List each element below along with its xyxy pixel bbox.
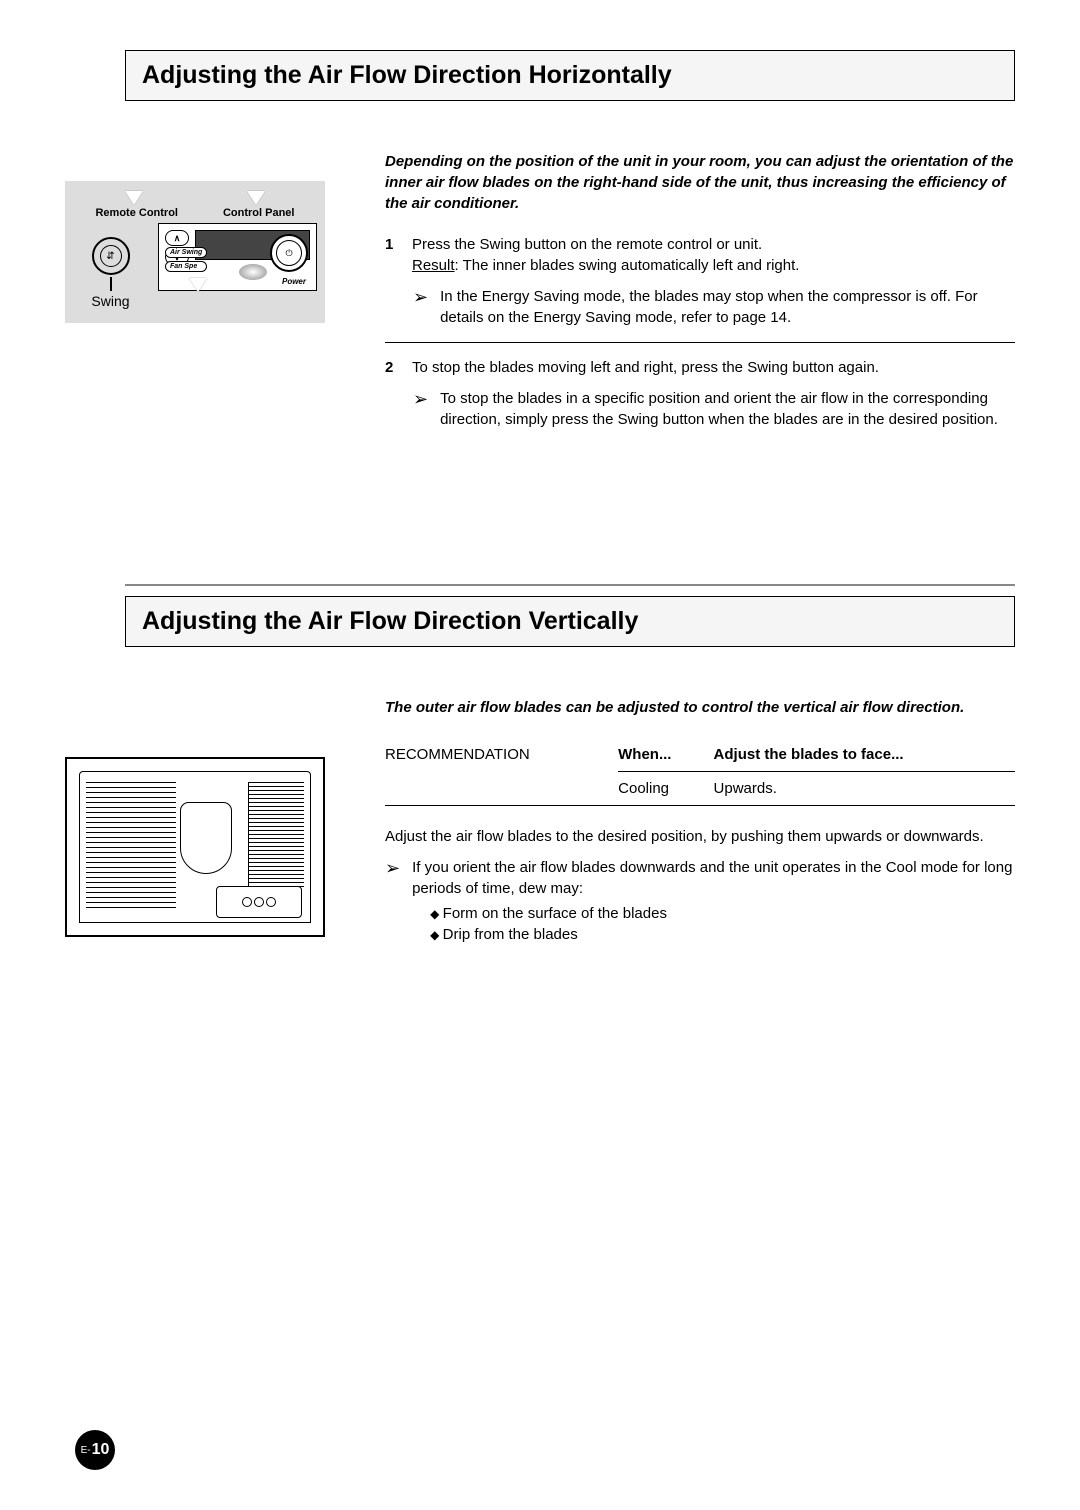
step-number: 2 xyxy=(385,357,400,378)
manual-page: Adjusting the Air Flow Direction Horizon… xyxy=(0,0,1080,1510)
note-arrow-icon: ➢ xyxy=(385,859,400,877)
section1-title: Adjusting the Air Flow Direction Horizon… xyxy=(142,61,998,90)
pointer-icon xyxy=(125,191,143,205)
section1-intro: Depending on the position of the unit in… xyxy=(385,151,1015,214)
table-header-adjust: Adjust the blades to face... xyxy=(714,738,1015,772)
section2-note: ➢ If you orient the air flow blades down… xyxy=(385,857,1015,945)
section1-content: Remote Control Control Panel ⇵ Swing ∧ xyxy=(65,151,1015,444)
bullet-list: Form on the surface of the blades Drip f… xyxy=(430,903,1015,945)
table-header-when: When... xyxy=(618,738,713,772)
page-number: 10 xyxy=(92,1441,110,1459)
remote-control-diagram: ⇵ Swing xyxy=(73,223,148,309)
note-text: To stop the blades in a specific positio… xyxy=(440,388,1015,430)
swing-button-icon: ⇵ xyxy=(92,237,130,275)
section2-intro: The outer air flow blades can be adjuste… xyxy=(385,697,1015,718)
recommendation-table: RECOMMENDATION When... Adjust the blades… xyxy=(385,738,1015,806)
table-cell-when: Cooling xyxy=(618,772,713,806)
step-2-note: ➢ To stop the blades in a specific posit… xyxy=(413,388,1015,430)
step-1-note: ➢ In the Energy Saving mode, the blades … xyxy=(413,286,1015,328)
section-divider xyxy=(125,584,1015,586)
pointer-icon xyxy=(189,278,207,292)
note-text: In the Energy Saving mode, the blades ma… xyxy=(440,286,1015,328)
section2-illustration-column xyxy=(65,697,355,959)
swing-button-label: Swing xyxy=(73,293,148,309)
section2-content: The outer air flow blades can be adjuste… xyxy=(65,697,1015,959)
section1-illustration-column: Remote Control Control Panel ⇵ Swing ∧ xyxy=(65,151,355,444)
power-label: Power xyxy=(282,277,306,286)
section1-title-box: Adjusting the Air Flow Direction Horizon… xyxy=(125,50,1015,101)
note-arrow-icon: ➢ xyxy=(413,288,428,306)
step-1: 1 Press the Swing button on the remote c… xyxy=(385,234,1015,276)
power-button-icon: ⏻ xyxy=(270,234,308,272)
hand-adjusting-icon xyxy=(180,802,232,874)
section2-text: The outer air flow blades can be adjuste… xyxy=(385,697,1015,959)
table-cell-adjust: Upwards. xyxy=(714,772,1015,806)
note-text: If you orient the air flow blades downwa… xyxy=(412,859,1012,897)
result-text: : The inner blades swing automatically l… xyxy=(455,257,800,274)
ac-unit-illustration xyxy=(65,757,325,937)
ac-grille-icon xyxy=(86,782,176,912)
pointer-icon xyxy=(247,191,265,205)
remote-panel-illustration: Remote Control Control Panel ⇵ Swing ∧ xyxy=(65,181,325,323)
step-result: Result: The inner blades swing automatic… xyxy=(412,255,1015,276)
temp-up-icon: ∧ xyxy=(165,230,189,246)
page-prefix: E- xyxy=(81,1445,91,1456)
section2-title: Adjusting the Air Flow Direction Vertica… xyxy=(142,607,998,636)
ac-panel-icon xyxy=(216,886,302,918)
air-swing-button: Air Swing xyxy=(165,247,207,258)
remote-control-label: Remote Control xyxy=(95,207,178,219)
control-panel-diagram: ∧ ∨ Air Swing Fan Spe ⏻ xyxy=(158,223,317,291)
page-number-badge: E-10 xyxy=(75,1430,115,1470)
fan-speed-button: Fan Spe xyxy=(165,261,207,272)
section1-text: Depending on the position of the unit in… xyxy=(385,151,1015,444)
step-text: To stop the blades moving left and right… xyxy=(412,357,1015,378)
section2-title-box: Adjusting the Air Flow Direction Vertica… xyxy=(125,596,1015,647)
indicator-icon xyxy=(239,264,267,280)
recommendation-label: RECOMMENDATION xyxy=(385,738,618,806)
divider xyxy=(385,342,1015,343)
ac-vent-icon xyxy=(248,782,304,887)
control-panel-label: Control Panel xyxy=(223,207,295,219)
section2-body-text: Adjust the air flow blades to the desire… xyxy=(385,826,1015,847)
note-arrow-icon: ➢ xyxy=(413,390,428,408)
result-label: Result xyxy=(412,257,455,274)
bullet-item: Form on the surface of the blades xyxy=(430,903,1015,924)
step-number: 1 xyxy=(385,234,400,276)
step-text: Press the Swing button on the remote con… xyxy=(412,234,1015,255)
step-2: 2 To stop the blades moving left and rig… xyxy=(385,357,1015,378)
bullet-item: Drip from the blades xyxy=(430,924,1015,945)
